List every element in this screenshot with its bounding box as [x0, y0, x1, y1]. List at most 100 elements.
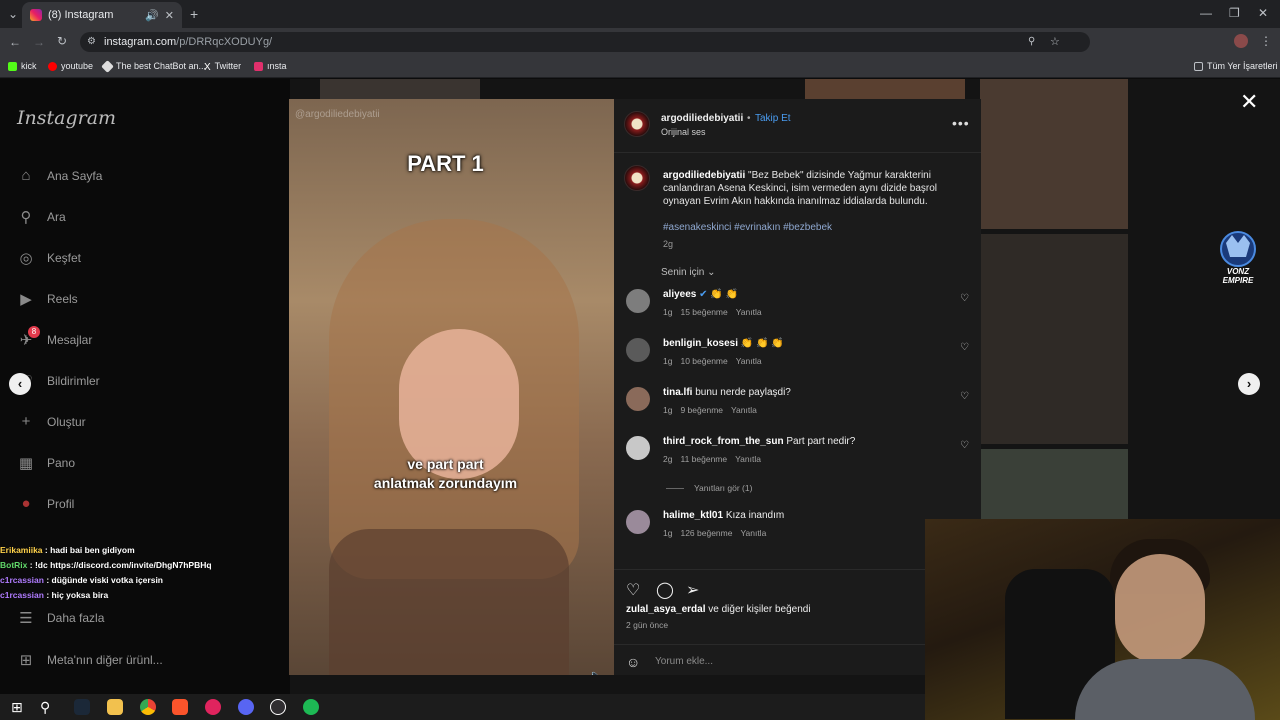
- kebab-menu-icon[interactable]: ⋮: [1260, 34, 1272, 48]
- instagram-logo[interactable]: Instagram: [17, 107, 116, 129]
- reload-icon[interactable]: ↻: [57, 34, 67, 48]
- comment: benligin_kosesi 👏 👏 👏 1g 10 beğenme Yanıtl…: [614, 338, 981, 384]
- sidebar-item-profile[interactable]: ● Profil: [17, 495, 74, 512]
- grid-tile[interactable]: [980, 234, 1128, 444]
- comment-likes[interactable]: 15 beğenme: [680, 307, 727, 317]
- forward-icon[interactable]: →: [33, 35, 45, 49]
- avatar[interactable]: [626, 338, 650, 362]
- restore-icon[interactable]: ❐: [1229, 6, 1240, 20]
- comment-username[interactable]: aliyees: [663, 289, 696, 300]
- comment-username[interactable]: tina.lfi: [663, 387, 692, 398]
- youtube-icon: [48, 61, 57, 71]
- search-icon[interactable]: ⚲: [40, 699, 56, 715]
- sidebar-item-reels[interactable]: ▶ Reels: [17, 290, 77, 308]
- comment-username[interactable]: third_rock_from_the_sun: [663, 436, 784, 447]
- grid-tile[interactable]: [805, 79, 965, 99]
- avatar[interactable]: [624, 111, 650, 137]
- back-icon[interactable]: ←: [9, 35, 21, 49]
- sidebar-item-create[interactable]: + Oluştur: [17, 413, 86, 430]
- avatar[interactable]: [624, 165, 650, 191]
- file-explorer-icon[interactable]: [107, 699, 123, 715]
- bookmark-chatbot[interactable]: The best ChatBot an...: [101, 59, 206, 73]
- bookmark-kick[interactable]: kick: [8, 61, 37, 71]
- brave-icon[interactable]: [172, 699, 188, 715]
- tab-close-icon[interactable]: ✕: [165, 9, 174, 22]
- bookmark-youtube[interactable]: youtube: [48, 61, 93, 71]
- reply-button[interactable]: Yanıtla: [731, 405, 757, 415]
- like-icon[interactable]: ♡: [626, 580, 640, 600]
- comment-icon[interactable]: ◯: [656, 580, 674, 600]
- like-comment-icon[interactable]: ♡: [960, 293, 969, 304]
- comment-username[interactable]: benligin_kosesi: [663, 338, 738, 349]
- comment-username[interactable]: halime_ktl01: [663, 510, 723, 521]
- chat-message: c1rcassian : düğünde viski votka içersin: [0, 575, 163, 585]
- plus-icon: +: [21, 413, 31, 430]
- next-post-button[interactable]: ›: [1238, 373, 1260, 395]
- reply-button[interactable]: Yanıtla: [736, 356, 762, 366]
- obs-icon[interactable]: [270, 699, 286, 715]
- comment-sort-dropdown[interactable]: Senin için ⌄: [661, 267, 716, 278]
- discord-icon[interactable]: [238, 699, 254, 715]
- bookmark-insta[interactable]: ınsta: [254, 61, 287, 71]
- bookmark-twitter[interactable]: X Twitter: [204, 61, 241, 73]
- avatar[interactable]: [1234, 34, 1248, 48]
- compass-icon: ◎: [19, 250, 33, 267]
- follow-button[interactable]: Takip Et: [755, 113, 791, 124]
- comment-placeholder[interactable]: Yorum ekle...: [655, 656, 713, 667]
- site-info-icon[interactable]: ⚙: [87, 32, 96, 52]
- avatar[interactable]: [626, 387, 650, 411]
- windows-start-icon[interactable]: ⊞: [11, 699, 27, 715]
- grid-tile[interactable]: [980, 79, 1128, 229]
- chrome-icon[interactable]: [140, 699, 156, 715]
- like-comment-icon[interactable]: ♡: [960, 342, 969, 353]
- previous-post-button[interactable]: ‹: [9, 373, 31, 395]
- steam-icon[interactable]: [74, 699, 90, 715]
- avatar[interactable]: [626, 436, 650, 460]
- new-tab-icon[interactable]: +: [190, 6, 198, 22]
- more-options-icon[interactable]: •••: [952, 115, 970, 131]
- comment-likes[interactable]: 126 beğenme: [680, 528, 732, 538]
- avatar[interactable]: [626, 289, 650, 313]
- emoji-icon[interactable]: ☺: [626, 654, 640, 670]
- zoom-icon[interactable]: ⚲: [1028, 32, 1035, 52]
- sidebar-item-search[interactable]: ⚲ Ara: [17, 208, 66, 226]
- audio-label[interactable]: Orijinal ses: [661, 127, 706, 137]
- browser-tab[interactable]: (8) Instagram 🔊 ✕: [22, 2, 182, 28]
- avatar[interactable]: [626, 510, 650, 534]
- comment-likes[interactable]: 9 beğenme: [680, 405, 723, 415]
- comment-likes[interactable]: 10 beğenme: [680, 356, 727, 366]
- grid-tile[interactable]: [320, 79, 480, 99]
- share-icon[interactable]: ➢: [686, 580, 699, 600]
- sidebar-item-explore[interactable]: ◎ Keşfet: [17, 249, 81, 267]
- mute-icon[interactable]: 🔈: [589, 669, 603, 675]
- window-close-icon[interactable]: ✕: [1258, 6, 1268, 20]
- reply-button[interactable]: Yanıtla: [740, 528, 766, 538]
- sidebar-item-dashboard[interactable]: ▦ Pano: [17, 454, 75, 472]
- close-modal-icon[interactable]: ✕: [1240, 89, 1258, 115]
- view-replies-button[interactable]: Yanıtları gör (1): [666, 483, 752, 493]
- reply-button[interactable]: Yanıtla: [736, 307, 762, 317]
- hashtags[interactable]: #asenakeskinci #evrinakın #bezbebek: [663, 222, 832, 233]
- post-video[interactable]: @argodiliedebiyatii PART 1 ve part part …: [289, 99, 614, 675]
- likes-summary[interactable]: zulal_asya_erdal ve diğer kişiler beğend…: [626, 604, 811, 615]
- reply-button[interactable]: Yanıtla: [735, 454, 761, 464]
- all-bookmarks-folder[interactable]: Tüm Yer İşaretleri: [1194, 61, 1278, 71]
- youtube-music-icon[interactable]: [205, 699, 221, 715]
- like-comment-icon[interactable]: ♡: [960, 440, 969, 451]
- speaker-icon[interactable]: 🔊: [145, 9, 159, 22]
- url-bar[interactable]: ⚙ instagram.com/p/DRRqcXODUYg/ ⚲ ☆: [80, 32, 1090, 52]
- sidebar-item-meta[interactable]: ⊞ Meta'nın diğer ürünl...: [17, 651, 163, 669]
- sidebar-item-more[interactable]: ☰ Daha fazla: [17, 609, 104, 627]
- tab-search-icon[interactable]: ⌄: [8, 7, 18, 21]
- like-comment-icon[interactable]: ♡: [960, 391, 969, 402]
- comment-likes[interactable]: 11 beğenme: [680, 454, 727, 464]
- comment-age: 1g: [663, 307, 673, 317]
- spotify-icon[interactable]: [303, 699, 319, 715]
- grid-tile[interactable]: [980, 449, 1128, 519]
- minimize-icon[interactable]: —: [1200, 6, 1212, 20]
- caption-author[interactable]: argodiliedebiyatii: [663, 170, 745, 181]
- author-username[interactable]: argodiliedebiyatii: [661, 113, 743, 124]
- sidebar-item-home[interactable]: ⌂ Ana Sayfa: [17, 167, 102, 184]
- star-icon[interactable]: ☆: [1050, 32, 1060, 52]
- liked-by-username[interactable]: zulal_asya_erdal: [626, 604, 706, 615]
